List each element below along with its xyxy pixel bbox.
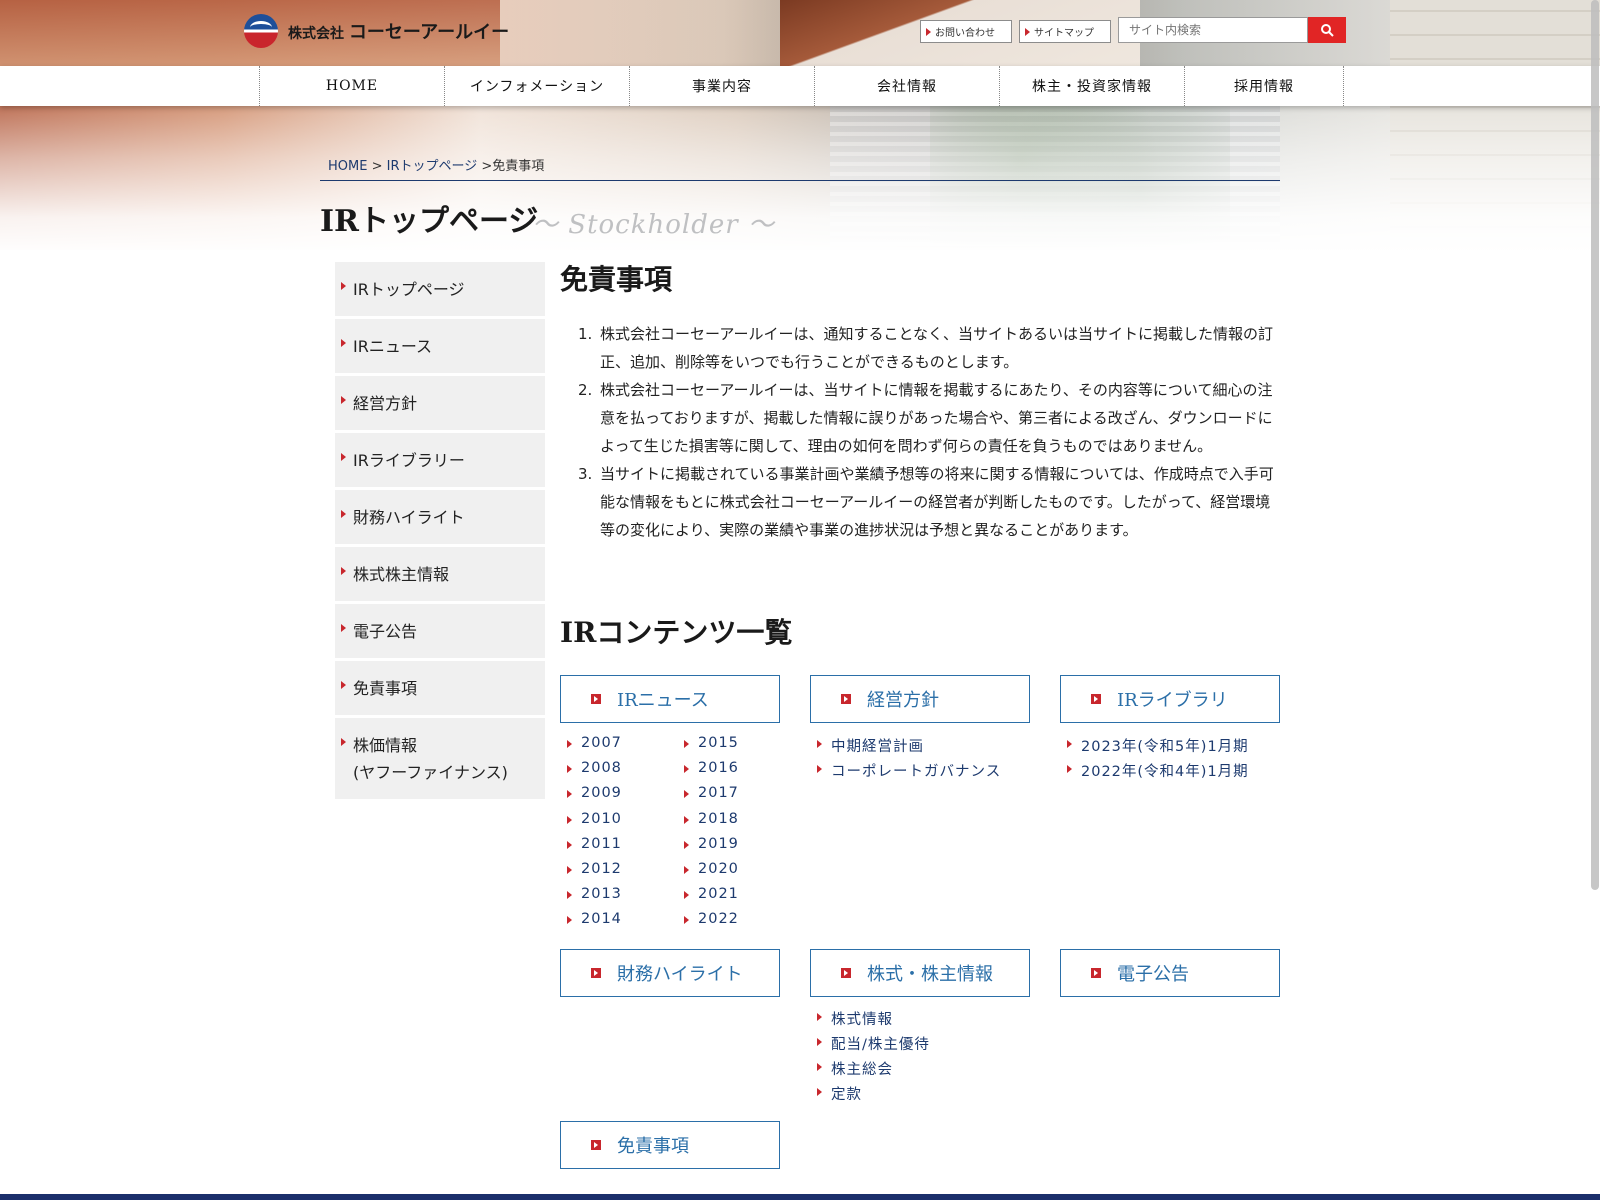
side-item-finance[interactable]: 財務ハイライト [335, 490, 545, 544]
ir-news-year-link[interactable]: 2017 [680, 785, 739, 801]
page-subtitle: ～ Stockholder ～ [532, 210, 775, 240]
arrow-icon [1091, 968, 1101, 978]
ir-news-year-link[interactable]: 2015 [680, 735, 739, 751]
library-link[interactable]: 2022年(令和4年)1月期 [1063, 760, 1249, 781]
finance-box[interactable]: 財務ハイライト [560, 949, 780, 997]
ir-news-year-link[interactable]: 2020 [680, 861, 739, 877]
breadcrumb-current: 免責事項 [492, 159, 545, 174]
logo-name: コーセーアールイー [348, 22, 510, 43]
policy-box[interactable]: 経営方針 [810, 675, 1030, 723]
ir-news-year-link[interactable]: 2021 [680, 886, 739, 902]
side-menu: IRトップページ IRニュース 経営方針 IRライブラリー 財務ハイライト 株式… [335, 262, 545, 802]
breadcrumb-home[interactable]: HOME [328, 159, 367, 174]
footer-bar [0, 1194, 1600, 1200]
side-item-stock-price[interactable]: 株価情報 (ヤフーファイナンス) [335, 718, 545, 799]
ir-news-year-link[interactable]: 2018 [680, 811, 739, 827]
ir-contents-heading: IRコンテンツ一覧 [560, 616, 793, 649]
list-item: 2. 株式会社コーセーアールイーは、当サイトに情報を掲載するにあたり、その内容等に… [578, 381, 1273, 455]
search-input[interactable] [1118, 17, 1308, 43]
nav-information[interactable]: インフォメーション [444, 66, 629, 106]
side-item-policy[interactable]: 経営方針 [335, 376, 545, 430]
arrow-icon [591, 694, 601, 704]
ir-news-year-link[interactable]: 2009 [563, 785, 622, 801]
main-nav: HOME インフォメーション 事業内容 会社情報 株主・投資家情報 採用情報 [0, 66, 1600, 106]
list-item: 1. 株式会社コーセーアールイーは、通知することなく、当サイトあるいは当サイトに掲… [578, 325, 1274, 371]
scrollbar[interactable] [1591, 0, 1599, 890]
disclaimer-box[interactable]: 免責事項 [560, 1121, 780, 1169]
side-item-disclaimer[interactable]: 免責事項 [335, 661, 545, 715]
arrow-icon [841, 968, 851, 978]
arrow-icon [591, 1140, 601, 1150]
company-logo[interactable]: 株式会社 コーセーアールイー [244, 14, 509, 48]
ir-news-year-link[interactable]: 2010 [563, 811, 622, 827]
side-item-notice[interactable]: 電子公告 [335, 604, 545, 658]
logo-mark-icon [244, 14, 278, 48]
notice-box[interactable]: 電子公告 [1060, 949, 1280, 997]
arrow-icon [841, 694, 851, 704]
nav-business[interactable]: 事業内容 [629, 66, 814, 106]
nav-company[interactable]: 会社情報 [814, 66, 999, 106]
disclaimer-heading: 免責事項 [560, 263, 673, 296]
breadcrumb-ir-top[interactable]: IRトップページ [387, 159, 478, 174]
library-box[interactable]: IRライブラリ [1060, 675, 1280, 723]
arrow-icon [591, 968, 601, 978]
policy-link[interactable]: 中期経営計画 [813, 735, 924, 756]
ir-news-year-link[interactable]: 2007 [563, 735, 622, 751]
stock-link[interactable]: 株主総会 [813, 1058, 893, 1079]
search-icon [1321, 24, 1334, 37]
nav-recruit[interactable]: 採用情報 [1184, 66, 1344, 106]
ir-news-year-link[interactable]: 2019 [680, 836, 739, 852]
breadcrumb: HOME > IRトップページ >免責事項 [328, 159, 545, 174]
side-item-ir-top[interactable]: IRトップページ [335, 262, 545, 316]
stock-box[interactable]: 株式・株主情報 [810, 949, 1030, 997]
ir-news-year-link[interactable]: 2008 [563, 760, 622, 776]
sitemap-button[interactable]: サイトマップ [1019, 20, 1111, 43]
ir-news-box[interactable]: IRニュース [560, 675, 780, 723]
ir-news-year-link[interactable]: 2012 [563, 861, 622, 877]
stock-link[interactable]: 定款 [813, 1083, 862, 1104]
ir-news-year-link[interactable]: 2013 [563, 886, 622, 902]
ir-news-year-link[interactable]: 2014 [563, 911, 622, 927]
policy-link[interactable]: コーポレートガバナンス [813, 760, 1001, 781]
library-link[interactable]: 2023年(令和5年)1月期 [1063, 735, 1249, 756]
stock-link[interactable]: 配当/株主優待 [813, 1033, 930, 1054]
ir-news-year-link[interactable]: 2011 [563, 836, 622, 852]
breadcrumb-divider [320, 180, 1280, 181]
header-background [0, 0, 1600, 250]
nav-home[interactable]: HOME [259, 66, 444, 106]
ir-news-year-link[interactable]: 2016 [680, 760, 739, 776]
list-item: 3. 当サイトに掲載されている事業計画や業績予想等の将来に関する情報については、作… [578, 465, 1274, 539]
disclaimer-list: 1. 株式会社コーセーアールイーは、通知することなく、当サイトあるいは当サイトに掲… [568, 320, 1280, 544]
page-title: IRトップページ [320, 204, 539, 239]
ir-news-year-link[interactable]: 2022 [680, 911, 739, 927]
side-item-ir-news[interactable]: IRニュース [335, 319, 545, 373]
search-button[interactable] [1308, 17, 1346, 43]
stock-link[interactable]: 株式情報 [813, 1008, 893, 1029]
side-item-ir-library[interactable]: IRライブラリー [335, 433, 545, 487]
logo-prefix: 株式会社 [288, 26, 344, 42]
contact-button[interactable]: お問い合わせ [920, 20, 1012, 43]
arrow-icon [1091, 694, 1101, 704]
side-item-stock[interactable]: 株式株主情報 [335, 547, 545, 601]
nav-investor[interactable]: 株主・投資家情報 [999, 66, 1184, 106]
